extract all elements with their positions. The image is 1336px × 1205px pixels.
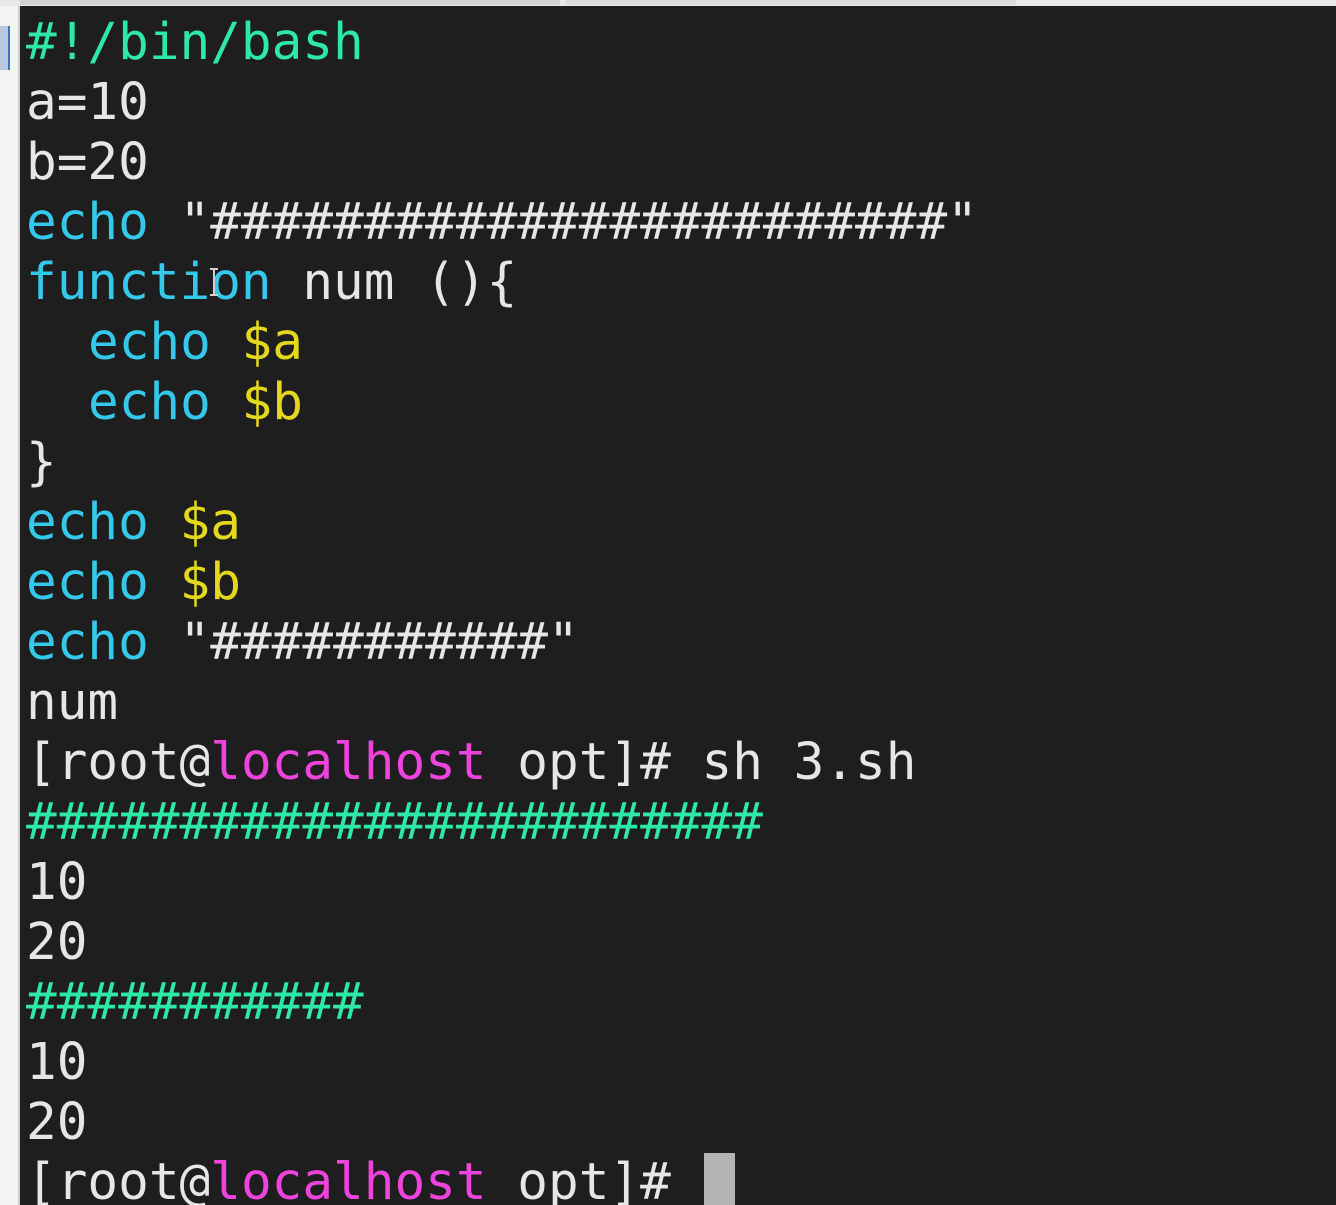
- prompt-host: localhost: [210, 1153, 487, 1205]
- script-line-func-echo-a: echo $a: [26, 313, 978, 373]
- echo-keyword: echo: [26, 193, 149, 252]
- prompt-host: localhost: [210, 733, 487, 792]
- script-line-echo-b: echo $b: [26, 553, 978, 613]
- script-line-function: function num (){: [26, 253, 978, 313]
- terminal-output-area[interactable]: #!/bin/bash a=10 b=20 echo "############…: [20, 6, 1336, 1205]
- echo-keyword: echo: [88, 373, 211, 432]
- script-line-echo-a: echo $a: [26, 493, 978, 553]
- terminal-window: #!/bin/bash a=10 b=20 echo "############…: [0, 0, 1336, 1205]
- left-gutter: [0, 6, 20, 1205]
- output-line-value: 10: [26, 853, 978, 913]
- block-cursor: [703, 1153, 735, 1205]
- script-line-func-echo-b: echo $b: [26, 373, 978, 433]
- script-line-shebang: #!/bin/bash: [26, 13, 978, 73]
- shebang-text: #!/bin/bash: [26, 13, 364, 72]
- script-line-b: b=20: [26, 133, 978, 193]
- command-text: sh 3.sh: [701, 733, 917, 792]
- echo-keyword: echo: [26, 553, 149, 612]
- function-call: num: [26, 673, 119, 732]
- script-line-echo-banner2: echo "###########": [26, 613, 978, 673]
- script-line-echo-banner1: echo "########################": [26, 193, 978, 253]
- output-line-value: 10: [26, 1033, 978, 1093]
- prompt-open: [root@: [26, 1153, 211, 1205]
- function-keyword: function: [26, 253, 272, 312]
- output-line-banner1: ########################: [26, 793, 978, 853]
- close-brace: }: [26, 433, 57, 492]
- var-b: $b: [179, 553, 241, 612]
- script-line-a: a=10: [26, 73, 978, 133]
- script-line-call: num: [26, 673, 978, 733]
- output-line-value: 20: [26, 1093, 978, 1153]
- output-value: 20: [26, 913, 88, 972]
- prompt-line-current[interactable]: [root@localhost opt]#: [26, 1153, 978, 1205]
- gutter-marker: [0, 26, 10, 70]
- script-line-close-brace: }: [26, 433, 978, 493]
- echo-keyword: echo: [88, 313, 211, 372]
- terminal-lines: #!/bin/bash a=10 b=20 echo "############…: [26, 13, 978, 1205]
- banner2-string: "###########": [179, 613, 579, 672]
- assign-a-text: a=10: [26, 73, 149, 132]
- prompt-dir: opt]#: [486, 733, 702, 792]
- output-value: 10: [26, 853, 88, 912]
- echo-keyword: echo: [26, 493, 149, 552]
- output-banner2: ###########: [26, 973, 364, 1032]
- var-b: $b: [241, 373, 303, 432]
- output-line-value: 20: [26, 913, 978, 973]
- output-line-banner2: ###########: [26, 973, 978, 1033]
- output-banner1: ########################: [26, 793, 763, 852]
- function-signature: num (){: [271, 253, 518, 312]
- tab-active[interactable]: [20, 0, 560, 5]
- output-value: 20: [26, 1093, 88, 1152]
- banner1-string: "########################": [179, 193, 978, 252]
- output-value: 10: [26, 1033, 88, 1092]
- var-a: $a: [241, 313, 303, 372]
- prompt-dir: opt]#: [486, 1153, 702, 1205]
- var-a: $a: [179, 493, 241, 552]
- prompt-line-command: [root@localhost opt]# sh 3.sh: [26, 733, 978, 793]
- text-cursor-icon: [210, 268, 218, 296]
- tab-inactive[interactable]: [566, 0, 1016, 5]
- prompt-open: [root@: [26, 733, 211, 792]
- assign-b-text: b=20: [26, 133, 149, 192]
- echo-keyword: echo: [26, 613, 149, 672]
